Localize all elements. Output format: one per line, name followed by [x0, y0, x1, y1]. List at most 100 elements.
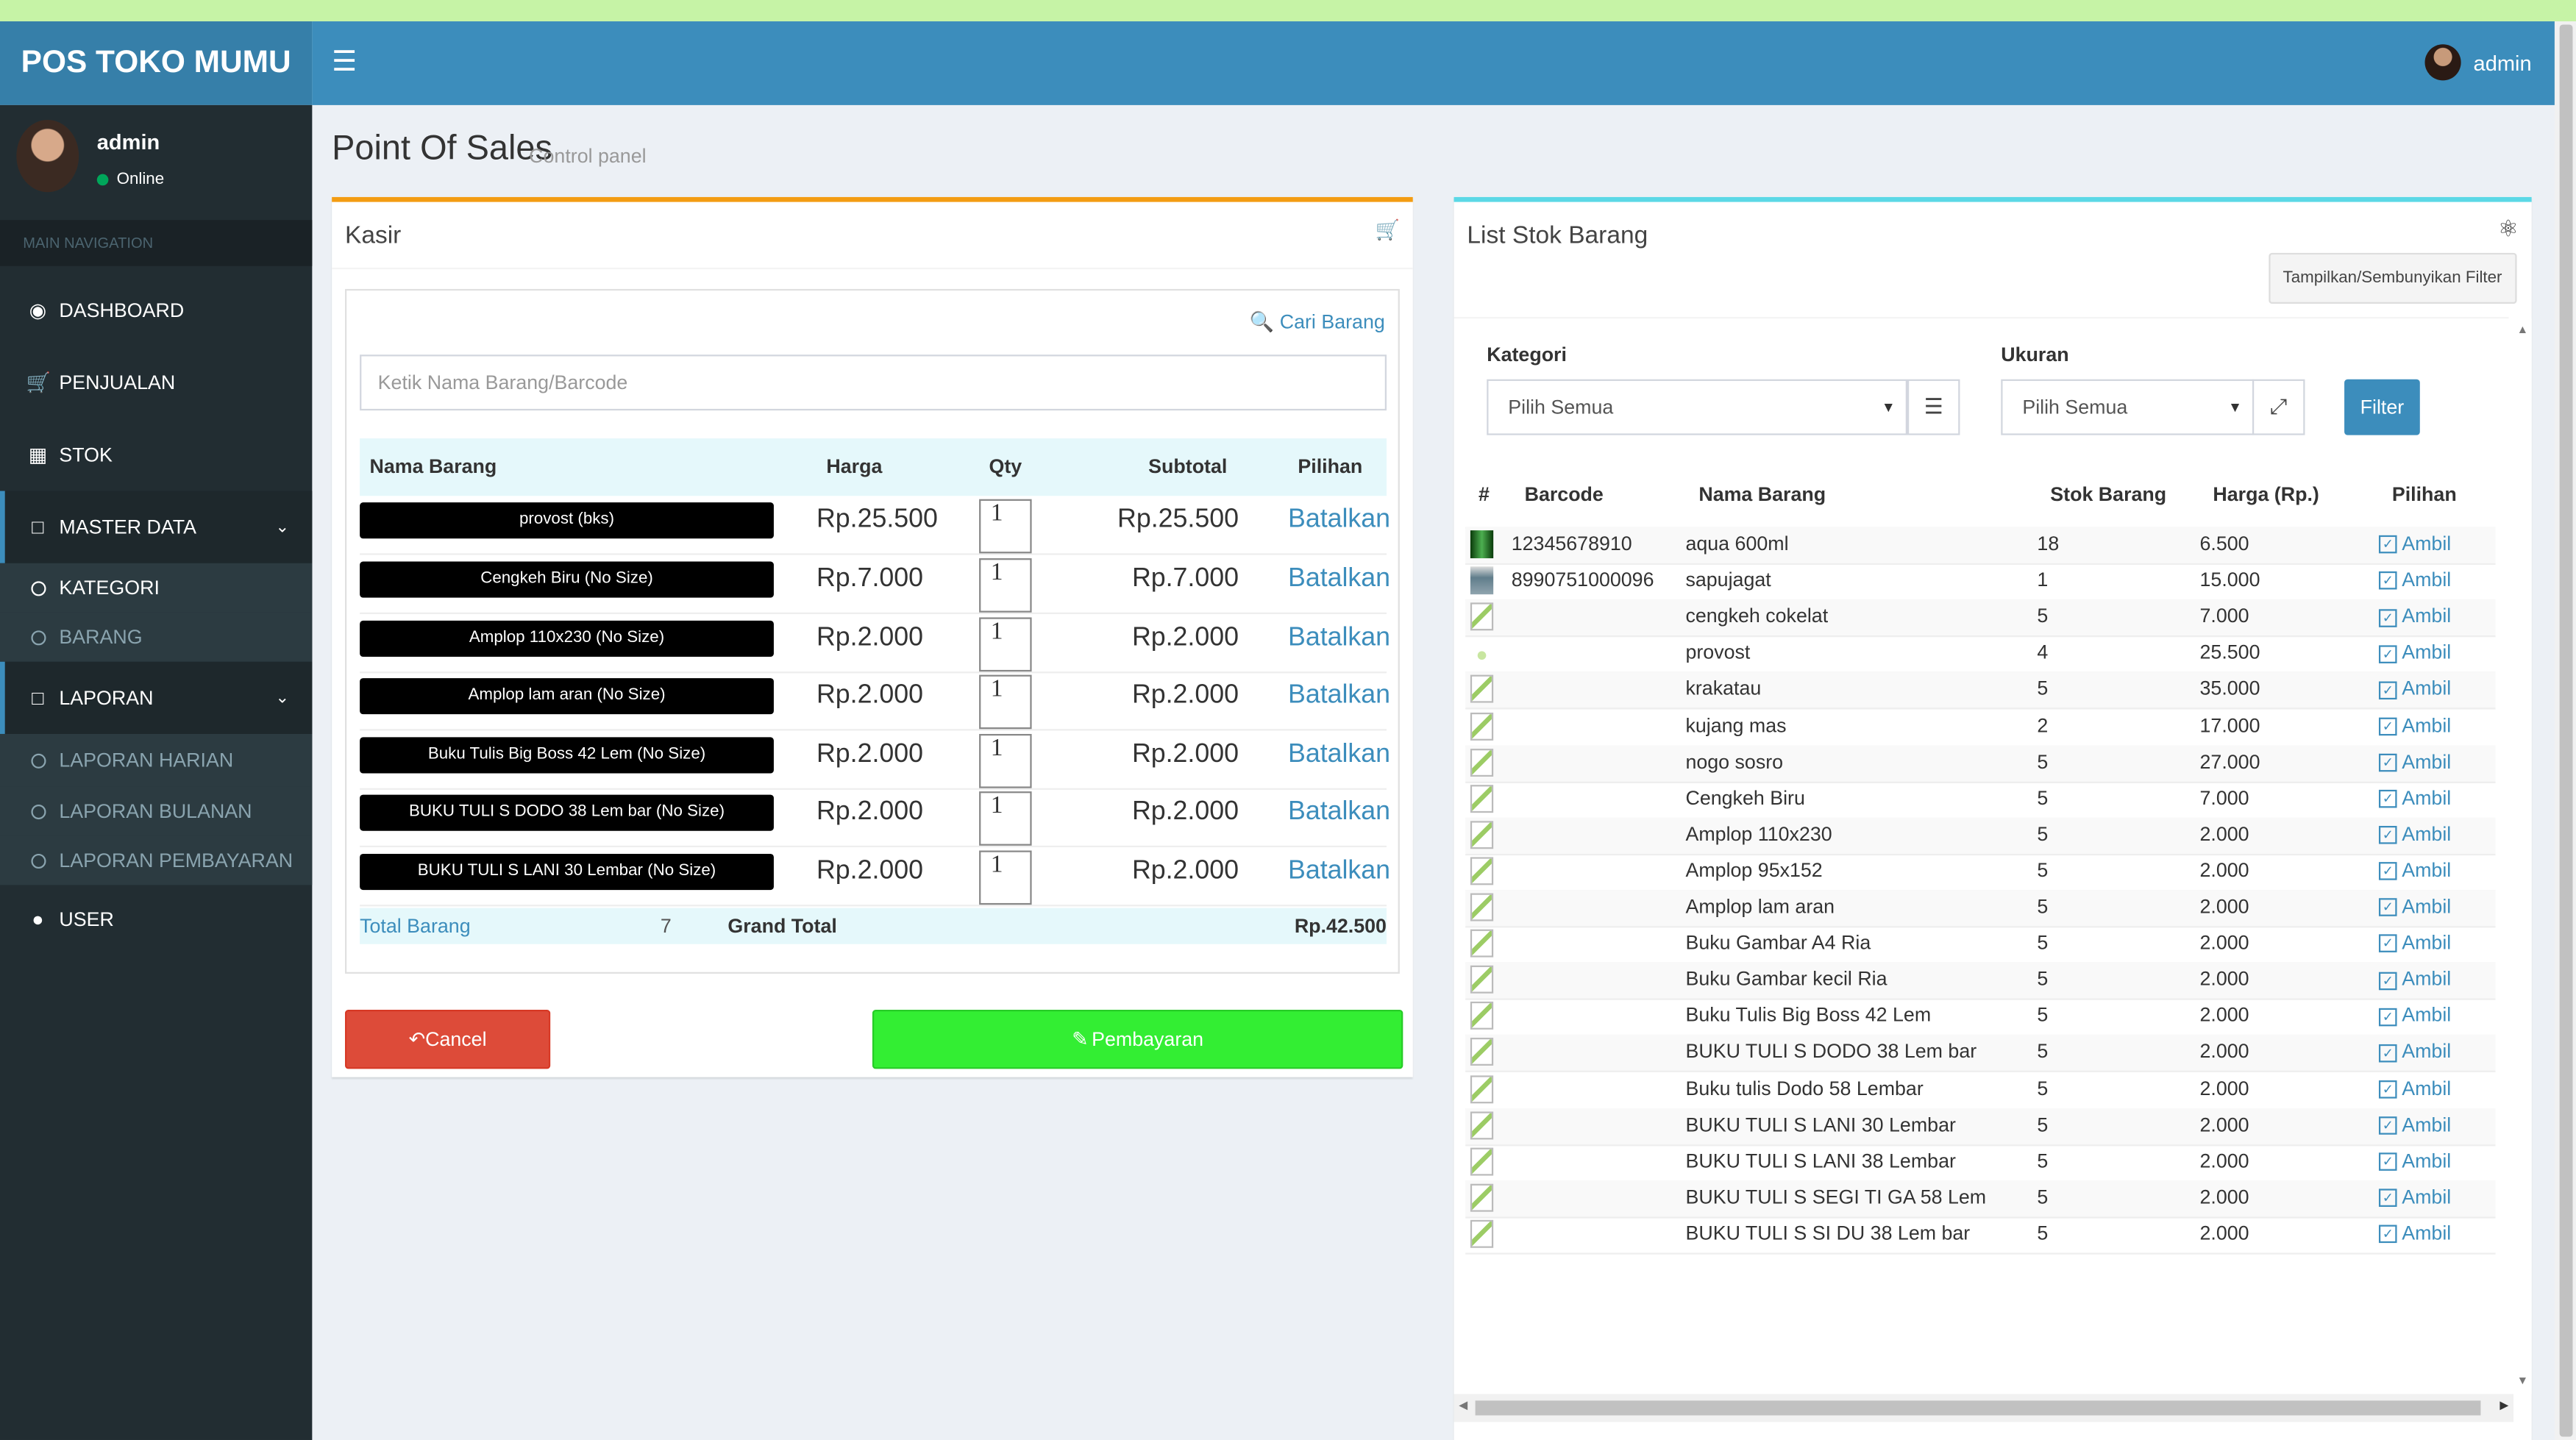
price-cell: 7.000 [2199, 605, 2249, 628]
item-name-cell: BUKU TULI S LANI 38 Lembar [1685, 1149, 1956, 1172]
list-icon[interactable]: ☰ [1907, 379, 1960, 435]
app-logo[interactable]: POS TOKO MUMU [0, 21, 313, 105]
qty-input[interactable]: 1 [979, 674, 1032, 730]
expand-icon[interactable]: ⤢ [2252, 379, 2305, 435]
filter-button[interactable]: Filter [2344, 379, 2420, 435]
qty-input[interactable]: 1 [979, 617, 1032, 672]
ambil-label: Ambil [2402, 931, 2452, 955]
ambil-link[interactable]: ✓ Ambil [2378, 1040, 2451, 1063]
qty-input[interactable]: 1 [979, 733, 1032, 788]
status-label: Online [116, 171, 165, 189]
ambil-link[interactable]: ✓ Ambil [2378, 713, 2451, 736]
user-menu[interactable]: admin [2424, 44, 2532, 81]
scroll-left-icon[interactable]: ◀ [1459, 1399, 1467, 1412]
sidebar-item-dashboard[interactable]: ◉ DASHBOARD [0, 274, 312, 346]
cart-icon: 🛒 [1375, 218, 1400, 242]
toggle-filter-button[interactable]: Tampilkan/Sembunyikan Filter [2268, 252, 2517, 304]
product-image-icon [1470, 566, 1494, 595]
sidebar-item-user[interactable]: ● USER [0, 883, 312, 955]
stock-cell: 2 [2037, 713, 2049, 737]
sidebar-subitem-laporan-pembayaran[interactable]: LAPORAN PEMBAYARAN [0, 835, 313, 885]
online-status: Online [96, 171, 165, 189]
batalkan-link[interactable]: Batalkan [1288, 857, 1390, 886]
sidebar-item-stok[interactable]: ▦ STOK [0, 418, 312, 491]
sidebar-item-label: STOK [59, 443, 113, 467]
item-price: Rp.2.000 [816, 681, 924, 710]
qty-input[interactable]: 1 [979, 791, 1032, 846]
item-price: Rp.2.000 [816, 624, 924, 652]
batalkan-link[interactable]: Batalkan [1288, 624, 1390, 653]
stock-cell: 5 [2037, 1185, 2049, 1208]
scrollbar-thumb[interactable] [2559, 24, 2573, 1437]
check-icon: ✓ [2378, 789, 2397, 808]
ambil-link[interactable]: ✓ Ambil [2378, 749, 2451, 773]
ambil-link[interactable]: ✓ Ambil [2378, 641, 2451, 664]
cari-barang-link[interactable]: 🔍 Cari Barang [1250, 310, 1385, 333]
sidebar-item-laporan[interactable]: □ LAPORAN ⌄ [0, 661, 313, 734]
ambil-link[interactable]: ✓ Ambil [2378, 858, 2451, 882]
sidebar-item-penjualan[interactable]: 🛒 PENJUALAN [0, 346, 312, 418]
pembayaran-button[interactable]: ✎ Pembayaran [872, 1010, 1403, 1069]
kategori-select[interactable]: Pilih Semua ▾ [1487, 379, 1907, 435]
stok-table-header: # Barcode Nama Barang Stok Barang Harga … [1465, 461, 2496, 529]
ambil-link[interactable]: ✓ Ambil [2378, 1185, 2451, 1208]
ambil-link[interactable]: ✓ Ambil [2378, 605, 2451, 627]
qty-input[interactable]: 1 [979, 499, 1032, 554]
sidebar-subitem-laporan-bulanan[interactable]: LAPORAN BULANAN [0, 786, 313, 836]
sidebar-subitem-barang[interactable]: BARANG [0, 612, 313, 662]
search-input[interactable] [360, 354, 1387, 411]
item-name-cell: Cengkeh Biru [1685, 785, 1805, 809]
hamburger-icon[interactable]: ☰ [332, 46, 357, 79]
check-icon: ✓ [2378, 535, 2397, 555]
page-scrollbar[interactable] [2554, 21, 2576, 1440]
sidebar-subitem-laporan-harian[interactable]: LAPORAN HARIAN [0, 733, 313, 787]
horizontal-scrollbar[interactable]: ◀ ▶ [1454, 1394, 2514, 1422]
check-icon: ✓ [2378, 1225, 2397, 1244]
ambil-link[interactable]: ✓ Ambil [2378, 1076, 2451, 1099]
batalkan-link[interactable]: Batalkan [1288, 506, 1390, 535]
scroll-down-icon[interactable]: ▼ [2517, 1376, 2528, 1388]
table-row: Amplop lam aran 5 2.000 ✓ Ambil [1465, 890, 2496, 928]
batalkan-link[interactable]: Batalkan [1288, 798, 1390, 827]
batalkan-link[interactable]: Batalkan [1288, 565, 1390, 594]
ambil-link[interactable]: ✓ Ambil [2378, 1149, 2451, 1172]
table-row: Cengkeh Biru (No Size) Rp.7.000 1 Rp.7.0… [360, 555, 1390, 614]
ambil-link[interactable]: ✓ Ambil [2378, 1222, 2451, 1244]
sidebar-item-master-data[interactable]: □ MASTER DATA ⌄ [0, 491, 313, 563]
cancel-button[interactable]: ↶ Cancel [345, 1010, 551, 1069]
vertical-scrollbar[interactable]: ▲ ▼ [2513, 318, 2532, 1394]
ambil-link[interactable]: ✓ Ambil [2378, 895, 2451, 918]
circle-icon [31, 803, 46, 819]
table-row: Buku Tulis Big Boss 42 Lem 5 2.000 ✓ Ambil [1465, 999, 2496, 1037]
ukuran-select[interactable]: Pilih Semua ▾ [2001, 379, 2255, 435]
table-row: BUKU TULI S LANI 38 Lembar 5 2.000 ✓ Ambil [1465, 1144, 2496, 1182]
scrollbar-thumb[interactable] [1475, 1400, 2481, 1416]
product-image-icon [1470, 748, 1494, 777]
ambil-link[interactable]: ✓ Ambil [2378, 931, 2452, 955]
ambil-link[interactable]: ✓ Ambil [2378, 1113, 2451, 1136]
ambil-link[interactable]: ✓ Ambil [2378, 532, 2451, 555]
sidebar-item-label: DASHBOARD [59, 299, 185, 322]
price-cell: 17.000 [2199, 713, 2260, 737]
cubes-icon: ▦ [28, 443, 48, 467]
ambil-link[interactable]: ✓ Ambil [2378, 1004, 2451, 1027]
sidebar-subitem-kategori[interactable]: KATEGORI [0, 563, 313, 613]
ambil-link[interactable]: ✓ Ambil [2378, 786, 2451, 809]
stock-cell: 1 [2037, 568, 2049, 591]
col-harga: Harga (Rp.) [2213, 482, 2319, 506]
ambil-link[interactable]: ✓ Ambil [2378, 568, 2451, 591]
product-image-icon [1470, 1219, 1494, 1248]
ambil-link[interactable]: ✓ Ambil [2378, 967, 2451, 991]
ambil-link[interactable]: ✓ Ambil [2378, 822, 2451, 845]
ambil-link[interactable]: ✓ Ambil [2378, 677, 2451, 700]
folder-icon: □ [32, 516, 44, 539]
scroll-up-icon[interactable]: ▲ [2517, 325, 2528, 337]
batalkan-link[interactable]: Batalkan [1288, 682, 1390, 711]
qty-input[interactable]: 1 [979, 558, 1032, 613]
qty-input[interactable]: 1 [979, 850, 1032, 905]
item-name: Amplop 110x230 (No Size) [360, 620, 774, 657]
product-image-icon [1470, 1074, 1494, 1103]
scroll-right-icon[interactable]: ▶ [2499, 1399, 2508, 1412]
check-icon: ✓ [2378, 1152, 2397, 1171]
batalkan-link[interactable]: Batalkan [1288, 741, 1390, 770]
